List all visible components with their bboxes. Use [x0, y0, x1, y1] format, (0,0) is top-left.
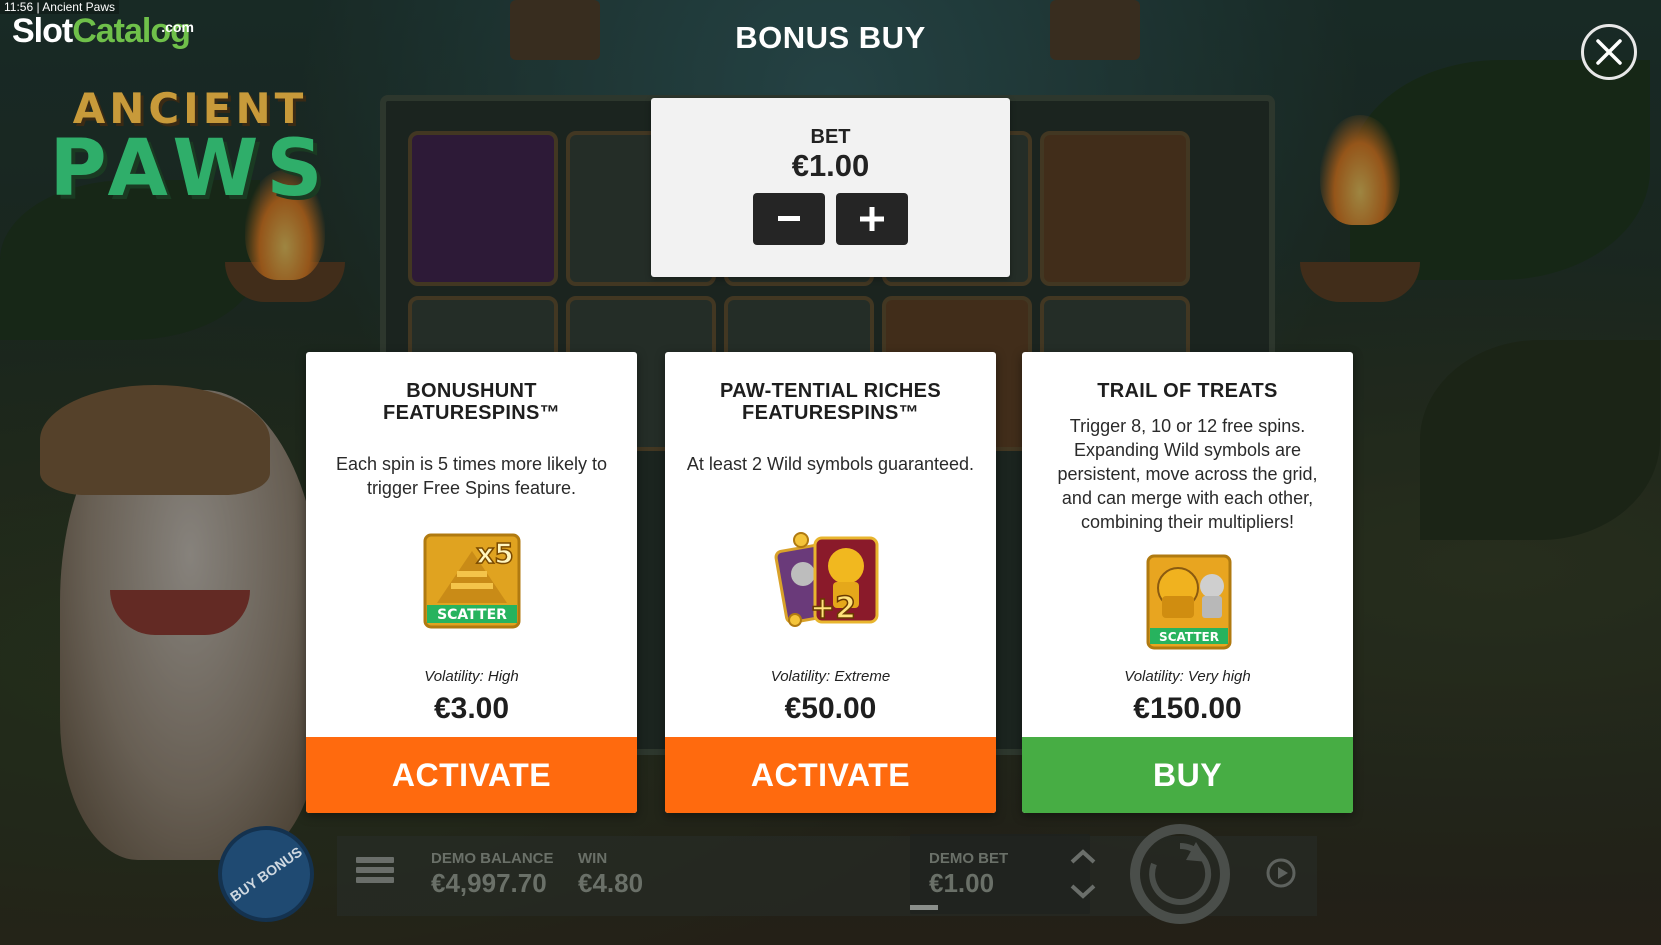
- bonus-card-trail-of-treats: TRAIL OF TREATS Trigger 8, 10 or 12 free…: [1022, 352, 1353, 813]
- win-value: €4.80: [578, 868, 644, 898]
- decrease-bet-button[interactable]: [753, 193, 825, 245]
- card-title-line1: BONUSHUNT: [406, 380, 537, 402]
- card-price: €50.00: [784, 692, 877, 725]
- svg-text:SCATTER: SCATTER: [1159, 630, 1219, 644]
- svg-text:x5: x5: [476, 537, 514, 570]
- bet-label: BET: [810, 126, 851, 148]
- card-title-line1: TRAIL OF TREATS: [1097, 380, 1278, 402]
- svg-text:+2: +2: [809, 591, 855, 626]
- card-volatility: Volatility: Very high: [1124, 668, 1251, 685]
- card-description: At least 2 Wild symbols guaranteed.: [686, 454, 975, 474]
- scatter-monkey-icon: SCATTER: [1138, 552, 1238, 650]
- buy-button[interactable]: BUY: [1022, 737, 1353, 813]
- bet-adjust-arrows[interactable]: [1068, 844, 1098, 904]
- activate-button[interactable]: ACTIVATE: [306, 737, 637, 813]
- scatter-x5-icon: SCATTER x5: [423, 533, 521, 629]
- bet-panel: BET €1.00: [651, 98, 1010, 277]
- increase-bet-button[interactable]: [836, 193, 908, 245]
- card-title: TRAIL OF TREATS: [1032, 380, 1343, 402]
- plus-icon: [860, 207, 884, 231]
- autoplay-icon[interactable]: [1264, 856, 1298, 890]
- game-logo: ANCIENT PAWS: [40, 88, 340, 214]
- demo-bet-value: €1.00: [929, 868, 995, 898]
- menu-icon[interactable]: [356, 857, 394, 889]
- card-title: PAW-TENTIAL RICHES FEATURESPINS™: [675, 380, 986, 424]
- bonus-card-pawtential-riches: PAW-TENTIAL RICHES FEATURESPINS™ At leas…: [665, 352, 996, 813]
- modal-title: BONUS BUY: [735, 20, 926, 55]
- demo-bet-label: DEMO BET: [929, 850, 1009, 867]
- demo-balance-value: €4,997.70: [431, 868, 547, 898]
- card-title-line1: PAW-TENTIAL RICHES: [720, 380, 941, 402]
- card-title-line2: FEATURESPINS™: [383, 402, 560, 424]
- card-price: €3.00: [433, 692, 510, 725]
- bonus-card-bonushunt: BONUSHUNT FEATURESPINS™ Each spin is 5 t…: [306, 352, 637, 813]
- close-button[interactable]: [1581, 24, 1637, 80]
- demo-balance-label: DEMO BALANCE: [431, 850, 554, 867]
- game-logo-line2: PAWS: [49, 124, 331, 214]
- svg-text:SCATTER: SCATTER: [437, 607, 507, 623]
- wild-plus2-icon: +2: [773, 530, 889, 632]
- win-label: WIN: [578, 850, 608, 867]
- card-title-line2: FEATURESPINS™: [742, 402, 919, 424]
- card-description: Each spin is 5 times more likely to trig…: [335, 454, 608, 498]
- minus-icon: [778, 216, 800, 221]
- card-title: BONUSHUNT FEATURESPINS™: [316, 380, 627, 424]
- activate-button[interactable]: ACTIVATE: [665, 737, 996, 813]
- spin-button[interactable]: [1130, 824, 1230, 924]
- bet-value: €1.00: [791, 148, 870, 183]
- spin-icon: [1149, 842, 1212, 905]
- close-icon: [1596, 39, 1622, 65]
- card-volatility: Volatility: Extreme: [770, 668, 891, 685]
- card-volatility: Volatility: High: [424, 668, 519, 685]
- card-description: Trigger 8, 10 or 12 free spins. Expandin…: [1057, 416, 1318, 532]
- card-price: €150.00: [1133, 692, 1242, 725]
- bet-level-indicator: [910, 905, 938, 910]
